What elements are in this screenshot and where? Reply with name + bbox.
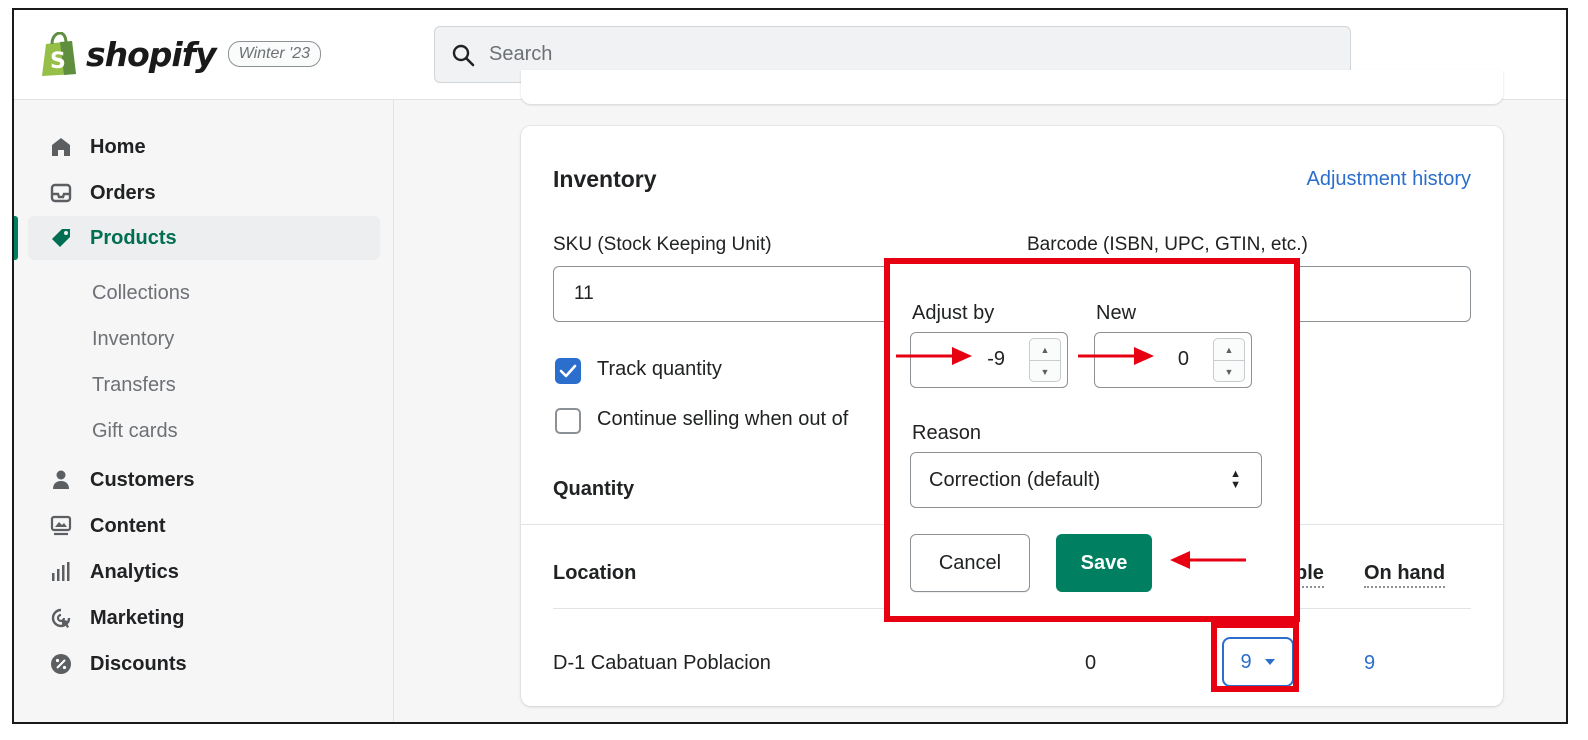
col-location-header: Location bbox=[553, 562, 637, 584]
search-placeholder: Search bbox=[489, 43, 553, 65]
chevron-up-icon[interactable]: ▲ bbox=[1214, 339, 1244, 361]
col-on-hand-header-label: On hand bbox=[1364, 562, 1446, 588]
chevron-down-icon[interactable]: ▼ bbox=[1214, 361, 1244, 383]
sidebar-item-discounts[interactable]: Discounts bbox=[28, 642, 380, 686]
annotation-arrow-new bbox=[1078, 347, 1154, 365]
sidebar-item-products[interactable]: Products bbox=[28, 216, 380, 260]
reason-select[interactable]: Correction (default) ▲ ▼ bbox=[910, 452, 1262, 508]
sidebar-subitem-gift-cards[interactable]: Gift cards bbox=[92, 416, 178, 446]
adjust-by-value: -9 bbox=[987, 348, 1005, 370]
orders-icon bbox=[50, 182, 72, 204]
sidebar: Home Orders Products Collections Invento… bbox=[14, 100, 394, 722]
sidebar-item-analytics[interactable]: Analytics bbox=[28, 550, 380, 594]
new-label: New bbox=[1096, 302, 1137, 324]
annotation-arrow-save bbox=[1170, 551, 1246, 569]
active-indicator bbox=[14, 216, 18, 260]
search-icon bbox=[452, 44, 475, 66]
reason-value: Correction (default) bbox=[929, 468, 1101, 491]
sidebar-item-home[interactable]: Home bbox=[28, 125, 380, 169]
cancel-button[interactable]: Cancel bbox=[910, 534, 1030, 592]
sidebar-item-label: Products bbox=[90, 226, 177, 249]
sku-label: SKU (Stock Keeping Unit) bbox=[553, 234, 772, 255]
analytics-icon bbox=[50, 561, 72, 583]
continue-selling-checkbox[interactable] bbox=[555, 408, 581, 434]
person-icon bbox=[50, 469, 72, 491]
track-quantity-label: Track quantity bbox=[597, 358, 722, 380]
row-on-hand[interactable]: 9 bbox=[1364, 652, 1375, 675]
shopify-bag-icon: S bbox=[40, 31, 78, 76]
inventory-title: Inventory bbox=[553, 166, 657, 192]
home-icon bbox=[50, 136, 72, 158]
select-arrows-icon: ▲ ▼ bbox=[1230, 468, 1241, 491]
sidebar-item-label: Discounts bbox=[90, 652, 187, 675]
sidebar-subitem-inventory[interactable]: Inventory bbox=[92, 324, 174, 354]
discount-icon bbox=[50, 653, 72, 675]
edition-badge: Winter '23 bbox=[227, 41, 321, 67]
continue-selling-label: Continue selling when out of bbox=[597, 408, 849, 430]
annotation-highlight-box bbox=[1211, 622, 1299, 692]
adjust-by-label: Adjust by bbox=[912, 302, 995, 324]
col-on-hand-header: On hand bbox=[1364, 562, 1446, 588]
reason-label: Reason bbox=[912, 422, 981, 444]
sidebar-item-label: Marketing bbox=[90, 606, 185, 629]
row-location: D-1 Cabatuan Poblacion bbox=[553, 652, 771, 674]
chevron-down-icon[interactable]: ▼ bbox=[1030, 361, 1060, 383]
adjust-by-stepper-buttons[interactable]: ▲ ▼ bbox=[1029, 338, 1061, 382]
marketing-icon bbox=[50, 607, 72, 629]
sidebar-subitem-collections[interactable]: Collections bbox=[92, 278, 190, 308]
quantity-heading: Quantity bbox=[553, 478, 635, 500]
sidebar-item-label: Analytics bbox=[90, 560, 179, 583]
tag-icon bbox=[50, 227, 72, 249]
sku-value: 11 bbox=[574, 283, 594, 304]
new-quantity-value: 0 bbox=[1177, 348, 1189, 370]
sidebar-subitem-transfers[interactable]: Transfers bbox=[92, 370, 176, 400]
sidebar-item-content[interactable]: Content bbox=[28, 504, 380, 548]
sidebar-item-label: Home bbox=[90, 135, 146, 158]
sidebar-item-customers[interactable]: Customers bbox=[28, 458, 380, 502]
sidebar-item-orders[interactable]: Orders bbox=[28, 171, 380, 215]
app-window: S shopify Winter '23 Search Home Orders … bbox=[12, 8, 1568, 724]
content-icon bbox=[50, 515, 72, 537]
checkmark-icon bbox=[559, 364, 577, 378]
shopify-logo[interactable]: S shopify Winter '23 bbox=[40, 31, 321, 76]
track-quantity-checkbox[interactable] bbox=[555, 358, 581, 384]
brand-name: shopify bbox=[86, 34, 217, 74]
annotation-arrow-adjust bbox=[896, 347, 972, 365]
sidebar-item-label: Customers bbox=[90, 468, 195, 491]
sidebar-item-label: Orders bbox=[90, 181, 156, 204]
previous-card-edge bbox=[521, 70, 1503, 104]
barcode-label: Barcode (ISBN, UPC, GTIN, etc.) bbox=[1027, 234, 1308, 255]
sidebar-item-marketing[interactable]: Marketing bbox=[28, 596, 380, 640]
row-committed: 0 bbox=[1085, 652, 1097, 674]
sidebar-item-label: Content bbox=[90, 514, 166, 537]
adjustment-history-link[interactable]: Adjustment history bbox=[1306, 168, 1471, 191]
new-quantity-stepper-buttons[interactable]: ▲ ▼ bbox=[1213, 338, 1245, 382]
chevron-up-icon[interactable]: ▲ bbox=[1030, 339, 1060, 361]
save-button[interactable]: Save bbox=[1056, 534, 1152, 592]
svg-text:S: S bbox=[50, 49, 66, 74]
